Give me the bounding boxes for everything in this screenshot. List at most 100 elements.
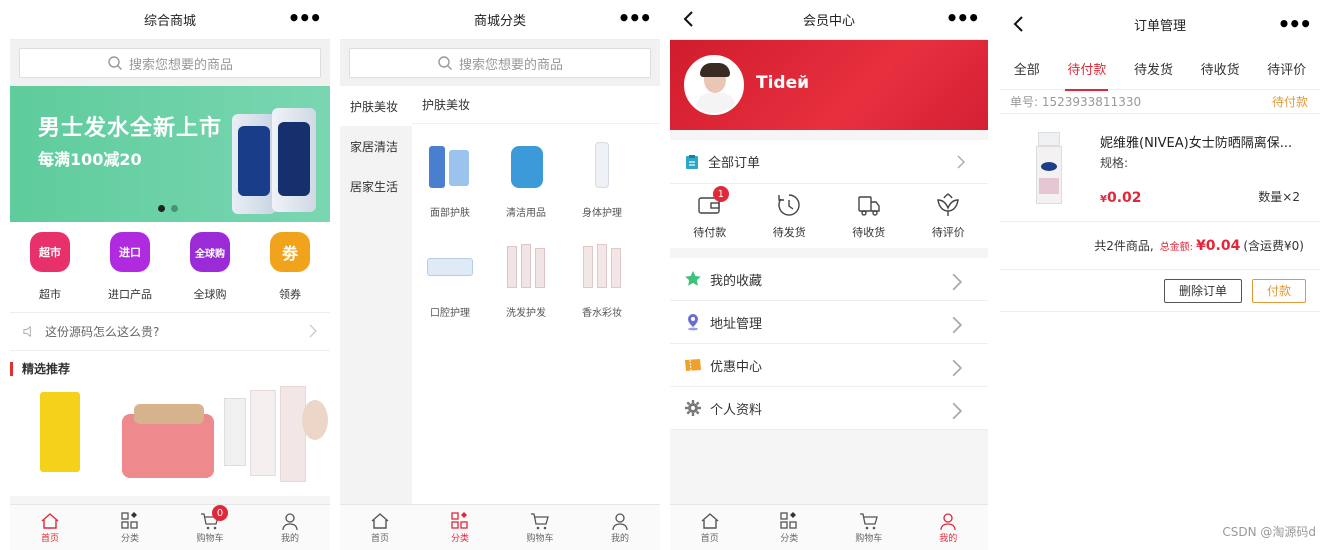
tab-cart[interactable]: 购物车 — [839, 511, 899, 544]
order-item[interactable]: 妮维雅(NIVEA)女士防晒隔离保... 规格: ¥0.02 数量×2 — [1000, 114, 1320, 222]
promo-banner[interactable]: 男士发水全新上市 每满100减20 — [10, 86, 330, 222]
search-icon — [108, 56, 122, 70]
lotion-image — [577, 140, 627, 192]
product-image — [1034, 132, 1064, 204]
tab-cart[interactable]: 购物车 0 — [180, 505, 240, 544]
category-item-import[interactable]: 进口 进口产品 — [95, 232, 165, 312]
product-image[interactable] — [40, 392, 80, 472]
subcategory-item[interactable]: 身体护理 — [564, 134, 640, 234]
product-image[interactable] — [280, 386, 306, 482]
tab-me[interactable]: 我的 — [918, 511, 978, 544]
subcategory-item[interactable]: 香水彩妆 — [564, 234, 640, 334]
truck-icon — [858, 196, 880, 216]
tab-pending-review[interactable]: 待评价 — [1263, 59, 1310, 78]
order-status: 待付款 — [1271, 95, 1308, 109]
chevron-right-icon — [948, 402, 974, 424]
back-icon[interactable] — [1008, 13, 1030, 35]
order-header: 单号: 1523933811330 待付款 — [1000, 90, 1320, 114]
order-status-pending-payment[interactable]: 待付款 1 — [675, 186, 745, 240]
search-icon — [438, 56, 452, 70]
category-item-coupon[interactable]: 劵 领券 — [255, 232, 325, 312]
cart-icon — [531, 513, 549, 530]
subcategory-grid: 面部护肤 清洁用品 身体护理 口腔护理 洗发护发 香水彩妆 — [412, 124, 660, 334]
menu-item-profile[interactable]: 个人资料 — [670, 387, 988, 430]
product-image[interactable] — [224, 398, 246, 466]
search-input[interactable]: 搜索您想要的商品 — [349, 48, 651, 78]
tab-category[interactable]: 分类 — [100, 511, 160, 544]
tab-category[interactable]: 分类 — [430, 511, 490, 544]
tab-home[interactable]: 首页 — [680, 511, 740, 544]
order-status-pending-receive[interactable]: 待收货 — [834, 192, 904, 240]
category-item-global[interactable]: 全球购 全球购 — [175, 232, 245, 312]
product-name: 妮维雅(NIVEA)女士防晒隔离保... — [1100, 136, 1293, 151]
chevron-right-icon — [948, 316, 974, 338]
razor-image — [425, 140, 475, 192]
all-orders-label: 全部订单 — [708, 156, 761, 171]
delete-order-button[interactable]: 删除订单 — [1163, 278, 1242, 303]
sidebar-item-living[interactable]: 居家生活 — [340, 166, 412, 206]
tab-category[interactable]: 分类 — [759, 511, 819, 544]
pending-payment-badge: 1 — [712, 186, 729, 202]
product-quantity: 数量×2 — [1258, 190, 1300, 204]
shampoo-image — [501, 240, 551, 292]
page-title: 会员中心 — [802, 14, 855, 29]
pay-button[interactable]: 付款 — [1251, 278, 1306, 303]
tab-home[interactable]: 首页 — [20, 511, 80, 544]
user-icon — [940, 513, 956, 531]
member-menu: 我的收藏 地址管理 优惠中心 个人资料 — [670, 258, 988, 430]
summary-amount: ¥0.04 — [1196, 237, 1241, 254]
summary-count: 共2件商品, — [1094, 239, 1154, 253]
category-label: 领券 — [279, 288, 301, 301]
more-icon[interactable]: ••• — [946, 8, 980, 28]
tab-all[interactable]: 全部 — [1010, 59, 1044, 78]
product-image[interactable] — [302, 400, 328, 440]
home-screen: 综合商城 ••• 搜索您想要的商品 男士发水全新上市 每满100减20 超市 超… — [10, 0, 330, 550]
category-icon — [451, 512, 468, 529]
product-image[interactable] — [250, 390, 276, 476]
ticket-icon — [685, 359, 701, 372]
menu-item-address[interactable]: 地址管理 — [670, 301, 988, 344]
tab-home[interactable]: 首页 — [350, 511, 410, 544]
chevron-right-icon — [948, 359, 974, 381]
menu-item-favorites[interactable]: 我的收藏 — [670, 258, 988, 301]
banner-title: 男士发水全新上市 — [38, 116, 223, 141]
import-icon: 进口 — [110, 232, 150, 272]
orders-screen: 订单管理 ••• 全部 待付款 待发货 待收货 待评价 单号: 15239338… — [1000, 0, 1320, 550]
subcategory-item[interactable]: 面部护肤 — [412, 134, 488, 234]
search-input[interactable]: 搜索您想要的商品 — [19, 48, 321, 78]
carousel-dots[interactable] — [158, 205, 178, 212]
category-item-supermarket[interactable]: 超市 超市 — [15, 232, 85, 312]
subcategory-item[interactable]: 口腔护理 — [412, 234, 488, 334]
tab-pending-payment[interactable]: 待付款 — [1063, 59, 1110, 91]
tab-me[interactable]: 我的 — [260, 511, 320, 544]
sidebar-item-cleaning[interactable]: 家居清洁 — [340, 126, 412, 166]
notice-bar[interactable]: 这份源码怎么这么贵? — [10, 312, 330, 350]
featured-products[interactable] — [10, 386, 330, 496]
category-icon — [780, 512, 797, 529]
clock-icon — [778, 194, 800, 216]
page-title: 订单管理 — [1133, 18, 1186, 34]
order-number: 单号: 1523933811330 — [1010, 95, 1142, 109]
menu-item-coupons[interactable]: 优惠中心 — [670, 344, 988, 387]
all-orders-row[interactable]: 全部订单 — [670, 140, 988, 184]
avatar[interactable] — [684, 55, 744, 115]
back-icon[interactable] — [678, 8, 700, 30]
home-icon — [701, 513, 719, 529]
more-icon[interactable]: ••• — [288, 8, 322, 28]
order-status-pending-ship[interactable]: 待发货 — [754, 192, 824, 240]
subcategory-item[interactable]: 洗发护发 — [488, 234, 564, 334]
tab-me[interactable]: 我的 — [590, 511, 650, 544]
sidebar-item-skincare[interactable]: 护肤美妆 — [340, 86, 412, 126]
category-sidebar: 护肤美妆 家居清洁 居家生活 — [340, 86, 412, 504]
category-shortcuts: 超市 超市 进口 进口产品 全球购 全球购 劵 领券 — [10, 222, 330, 312]
order-status-pending-review[interactable]: 待评价 — [913, 192, 983, 240]
tab-pending-ship[interactable]: 待发货 — [1130, 59, 1177, 78]
subcategory-item[interactable]: 清洁用品 — [488, 134, 564, 234]
more-icon[interactable]: ••• — [1278, 14, 1312, 34]
speaker-icon — [23, 325, 31, 338]
tab-cart[interactable]: 购物车 — [510, 511, 570, 544]
user-icon — [282, 513, 298, 531]
page-title: 商城分类 — [473, 14, 526, 29]
more-icon[interactable]: ••• — [618, 8, 652, 28]
tab-pending-receive[interactable]: 待收货 — [1197, 59, 1244, 78]
